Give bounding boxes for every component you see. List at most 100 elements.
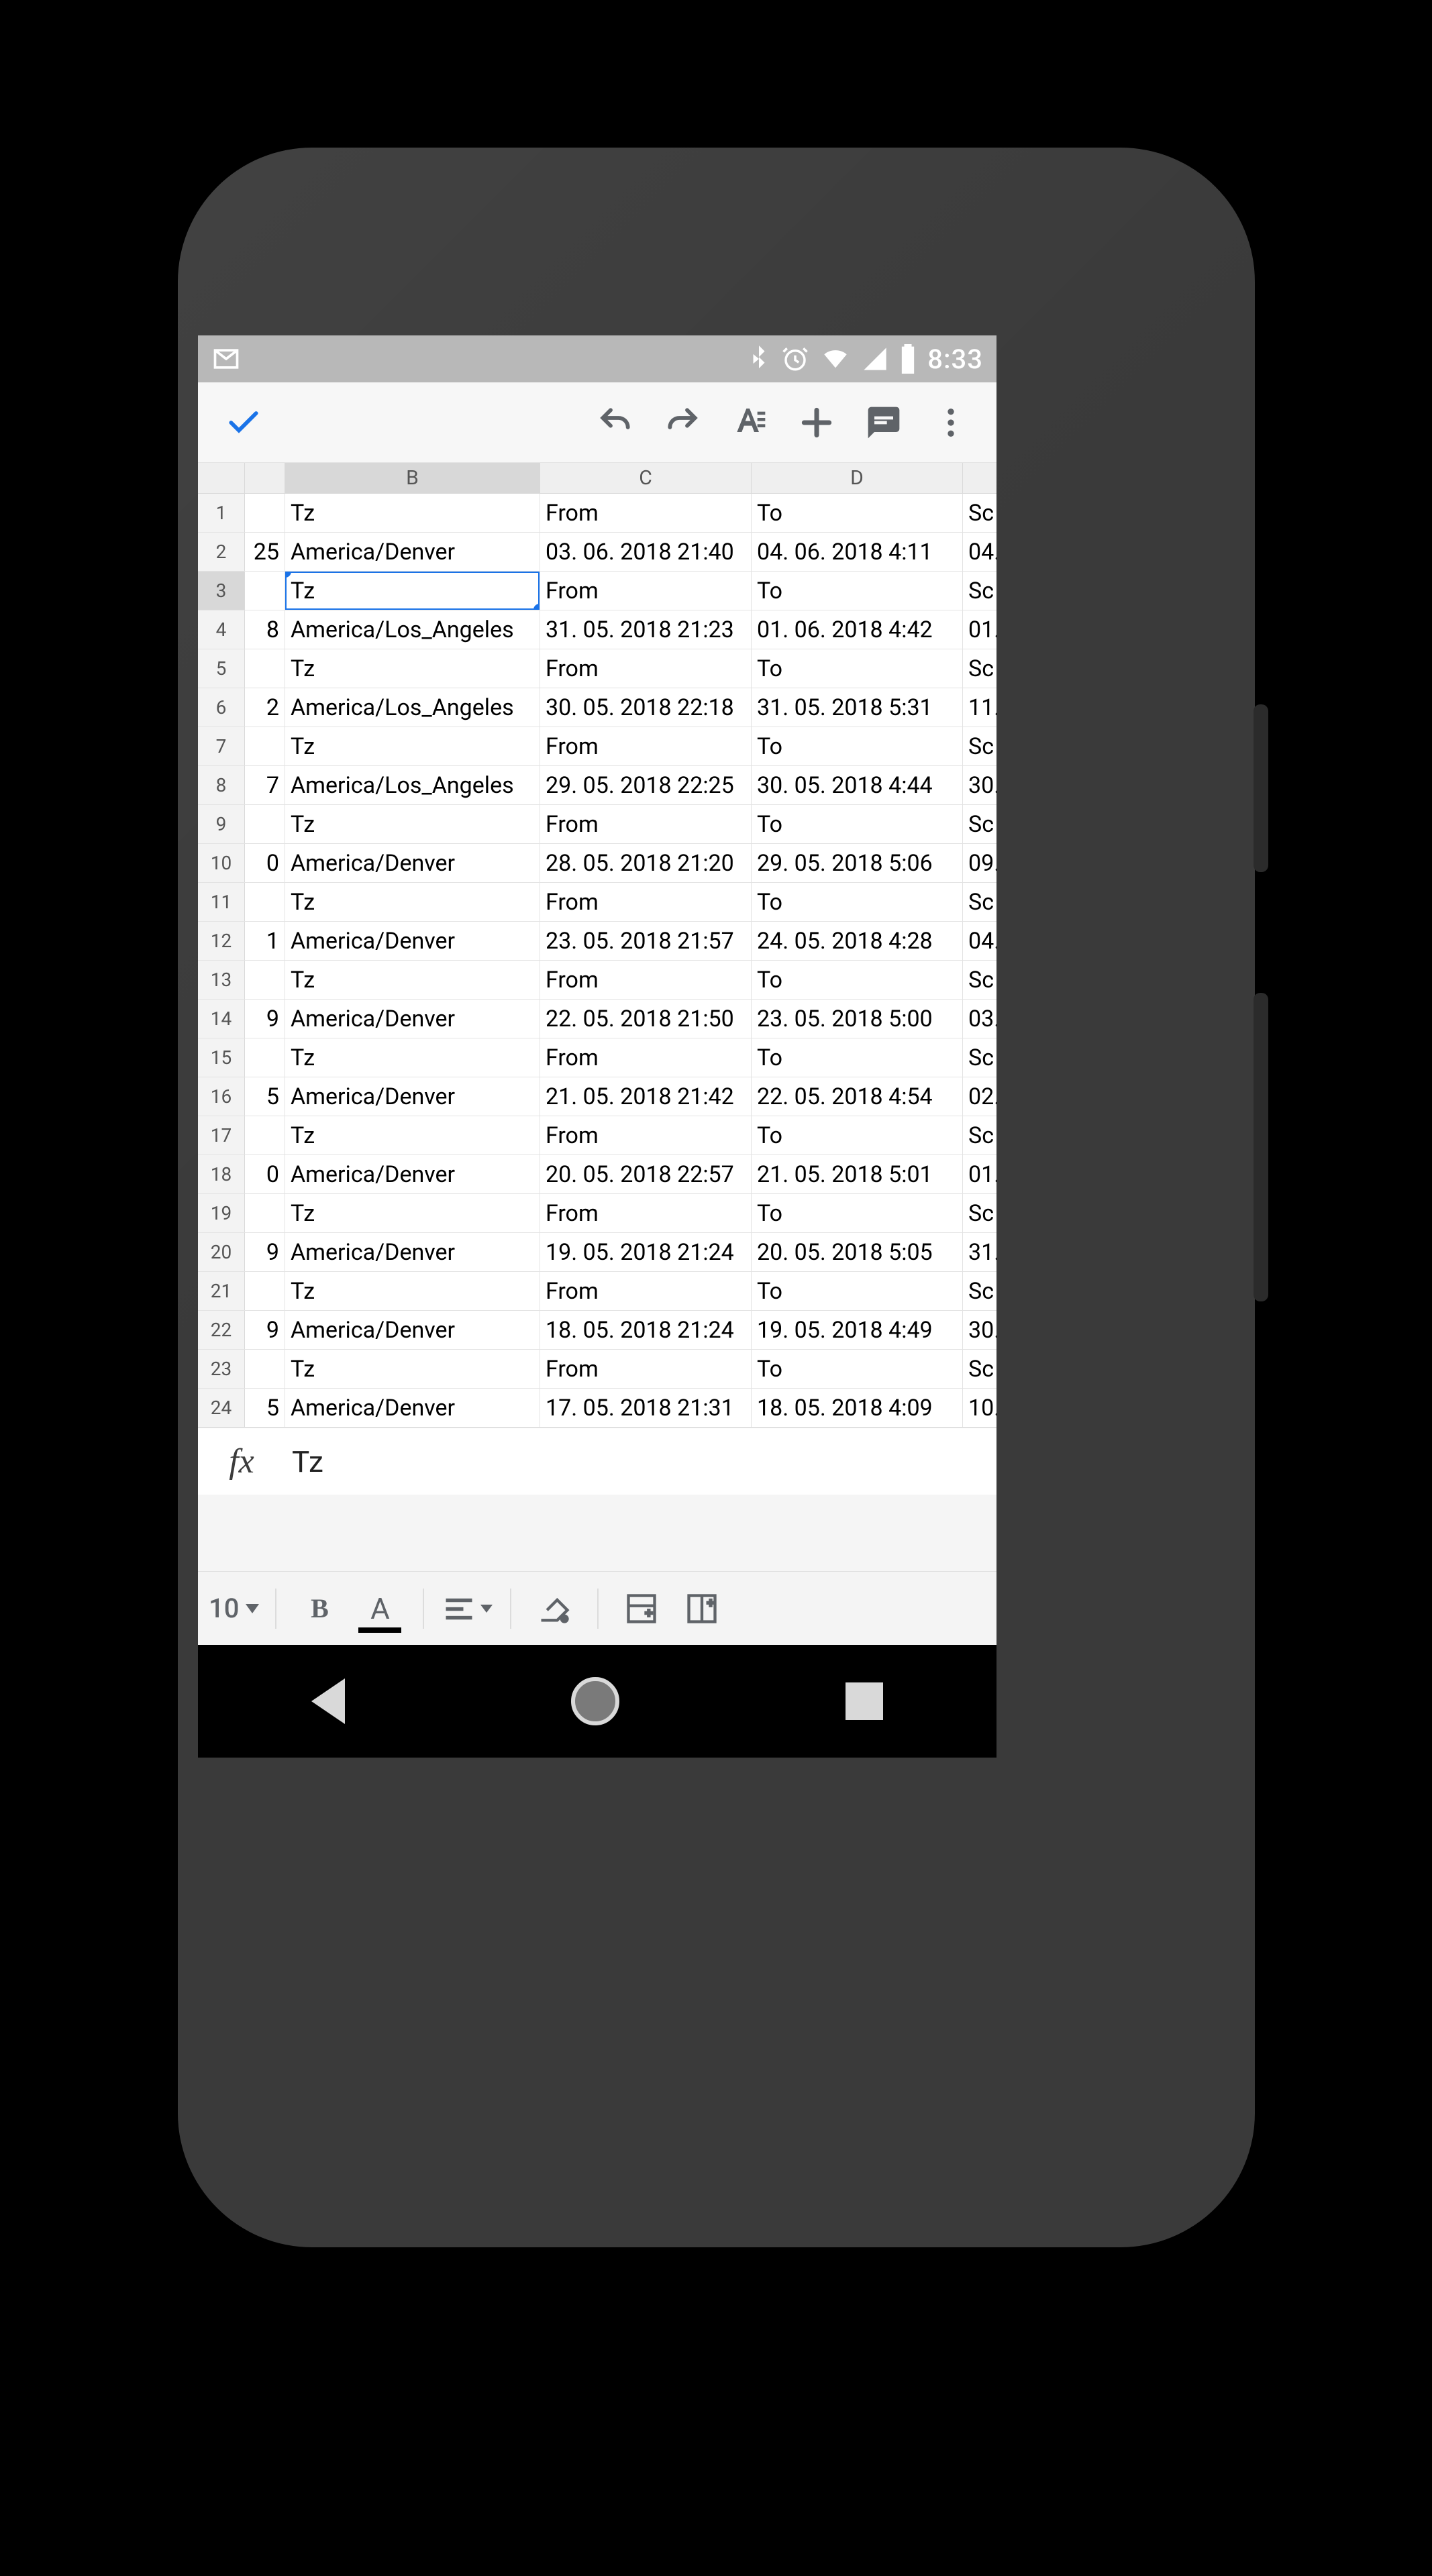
cell-e[interactable]: 04.	[963, 533, 996, 571]
cell-d[interactable]: 23. 05. 2018 5:00	[752, 1000, 963, 1038]
cell-b[interactable]: America/Denver	[285, 1077, 540, 1116]
cell-e[interactable]: 04.	[963, 922, 996, 960]
table-row[interactable]: 245America/Denver17. 05. 2018 21:3118. 0…	[198, 1389, 996, 1428]
cell-a[interactable]	[245, 1350, 285, 1388]
cell-c[interactable]: 19. 05. 2018 21:24	[540, 1233, 752, 1271]
cell-c[interactable]: 23. 05. 2018 21:57	[540, 922, 752, 960]
row-header[interactable]: 24	[198, 1389, 245, 1427]
row-header[interactable]: 11	[198, 883, 245, 921]
select-all-corner[interactable]	[198, 463, 245, 493]
table-row[interactable]: 180America/Denver20. 05. 2018 22:5721. 0…	[198, 1155, 996, 1194]
cell-a[interactable]: 9	[245, 1311, 285, 1349]
cell-e[interactable]: Sc	[963, 494, 996, 532]
cell-d[interactable]: To	[752, 1116, 963, 1155]
row-header[interactable]: 8	[198, 766, 245, 804]
cell-e[interactable]: Sc	[963, 649, 996, 688]
row-header[interactable]: 22	[198, 1311, 245, 1349]
cell-b[interactable]: Tz	[285, 883, 540, 921]
cell-b[interactable]: America/Los_Angeles	[285, 688, 540, 727]
bold-button[interactable]: B	[293, 1582, 346, 1635]
cell-d[interactable]: 21. 05. 2018 5:01	[752, 1155, 963, 1193]
cell-a[interactable]: 0	[245, 844, 285, 882]
cell-d[interactable]: To	[752, 805, 963, 843]
cell-c[interactable]: 28. 05. 2018 21:20	[540, 844, 752, 882]
cell-e[interactable]: Sc	[963, 727, 996, 765]
cell-b[interactable]: Tz	[285, 572, 540, 610]
cell-a[interactable]: 9	[245, 1000, 285, 1038]
cell-c[interactable]: From	[540, 1272, 752, 1310]
table-row[interactable]: 7TzFromToSc	[198, 727, 996, 766]
cell-e[interactable]: Sc	[963, 805, 996, 843]
cell-a[interactable]	[245, 572, 285, 610]
cell-c[interactable]: 17. 05. 2018 21:31	[540, 1389, 752, 1427]
table-row[interactable]: 149America/Denver22. 05. 2018 21:5023. 0…	[198, 1000, 996, 1038]
cell-a[interactable]	[245, 883, 285, 921]
comment-button[interactable]	[850, 389, 917, 456]
cell-d[interactable]: 22. 05. 2018 4:54	[752, 1077, 963, 1116]
cell-e[interactable]: 10.	[963, 1389, 996, 1427]
row-header[interactable]: 19	[198, 1194, 245, 1232]
cell-e[interactable]: 02.	[963, 1077, 996, 1116]
cell-b[interactable]: America/Los_Angeles	[285, 610, 540, 649]
cell-b[interactable]: Tz	[285, 805, 540, 843]
row-header[interactable]: 14	[198, 1000, 245, 1038]
cell-a[interactable]	[245, 727, 285, 765]
selection-handle[interactable]	[533, 604, 540, 610]
col-header-c[interactable]: C	[540, 463, 752, 493]
formula-bar[interactable]: fx Tz	[198, 1428, 996, 1495]
cell-d[interactable]: To	[752, 1038, 963, 1077]
row-header[interactable]: 6	[198, 688, 245, 727]
insert-column-button[interactable]	[675, 1582, 729, 1635]
insert-button[interactable]	[783, 389, 850, 456]
col-header-b[interactable]: B	[285, 463, 540, 493]
table-row[interactable]: 87America/Los_Angeles29. 05. 2018 22:253…	[198, 766, 996, 805]
cell-e[interactable]: 09.	[963, 844, 996, 882]
table-row[interactable]: 229America/Denver18. 05. 2018 21:2419. 0…	[198, 1311, 996, 1350]
table-row[interactable]: 19TzFromToSc	[198, 1194, 996, 1233]
text-format-button[interactable]	[716, 389, 783, 456]
insert-cells-button[interactable]	[615, 1582, 668, 1635]
cell-c[interactable]: 29. 05. 2018 22:25	[540, 766, 752, 804]
cell-a[interactable]: 0	[245, 1155, 285, 1193]
cell-d[interactable]: To	[752, 649, 963, 688]
formula-input[interactable]: Tz	[285, 1444, 996, 1479]
row-header[interactable]: 4	[198, 610, 245, 649]
cell-e[interactable]: 01.	[963, 1155, 996, 1193]
cell-b[interactable]: Tz	[285, 1038, 540, 1077]
cell-c[interactable]: 30. 05. 2018 22:18	[540, 688, 752, 727]
cell-c[interactable]: From	[540, 883, 752, 921]
text-color-button[interactable]: A	[353, 1582, 407, 1635]
spreadsheet-grid[interactable]: 1TzFromToSc225America/Denver03. 06. 2018…	[198, 494, 996, 1428]
table-row[interactable]: 100America/Denver28. 05. 2018 21:2029. 0…	[198, 844, 996, 883]
redo-button[interactable]	[649, 389, 716, 456]
cell-d[interactable]: 20. 05. 2018 5:05	[752, 1233, 963, 1271]
cell-c[interactable]: 21. 05. 2018 21:42	[540, 1077, 752, 1116]
cell-a[interactable]	[245, 1272, 285, 1310]
cell-e[interactable]: 11.	[963, 688, 996, 727]
table-row[interactable]: 225America/Denver03. 06. 2018 21:4004. 0…	[198, 533, 996, 572]
cell-c[interactable]: 20. 05. 2018 22:57	[540, 1155, 752, 1193]
cell-a[interactable]	[245, 494, 285, 532]
table-row[interactable]: 209America/Denver19. 05. 2018 21:2420. 0…	[198, 1233, 996, 1272]
row-header[interactable]: 12	[198, 922, 245, 960]
cell-e[interactable]: Sc	[963, 1038, 996, 1077]
cell-b[interactable]: Tz	[285, 1350, 540, 1388]
cell-e[interactable]: 30.	[963, 766, 996, 804]
cell-c[interactable]: From	[540, 572, 752, 610]
nav-back-button[interactable]	[311, 1678, 345, 1724]
cell-b[interactable]: Tz	[285, 1272, 540, 1310]
col-header-a[interactable]	[245, 463, 285, 493]
cell-e[interactable]: Sc	[963, 1272, 996, 1310]
cell-d[interactable]: To	[752, 494, 963, 532]
undo-button[interactable]	[582, 389, 649, 456]
cell-d[interactable]: 18. 05. 2018 4:09	[752, 1389, 963, 1427]
cell-a[interactable]: 1	[245, 922, 285, 960]
cell-b[interactable]: America/Denver	[285, 844, 540, 882]
cell-d[interactable]: To	[752, 572, 963, 610]
cell-e[interactable]: Sc	[963, 1194, 996, 1232]
table-row[interactable]: 5TzFromToSc	[198, 649, 996, 688]
cell-a[interactable]	[245, 961, 285, 999]
cell-a[interactable]: 7	[245, 766, 285, 804]
table-row[interactable]: 17TzFromToSc	[198, 1116, 996, 1155]
cell-d[interactable]: 29. 05. 2018 5:06	[752, 844, 963, 882]
